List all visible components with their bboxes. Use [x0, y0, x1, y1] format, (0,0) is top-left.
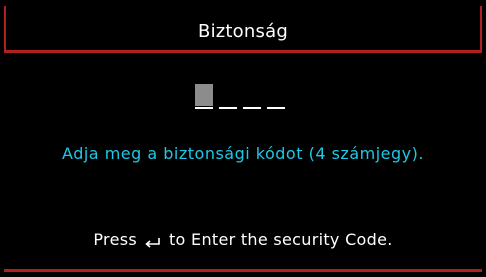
dialog-title: Biztonság	[0, 12, 486, 50]
code-digit-4[interactable]	[267, 84, 285, 109]
enter-icon	[144, 234, 162, 248]
dialog-title-text: Biztonság	[198, 20, 288, 42]
bottom-divider	[4, 269, 482, 272]
digit-cursor	[195, 84, 213, 106]
security-dialog: Biztonság Adja meg a biztonsági kódot (4…	[0, 0, 486, 277]
code-prompt: Adja meg a biztonsági kódot (4 számjegy)…	[62, 144, 424, 163]
code-digit-1[interactable]	[195, 84, 213, 109]
hint-press-text: Press	[93, 230, 137, 249]
enter-hint: Press to Enter the security Code.	[0, 230, 486, 249]
code-digit-3[interactable]	[243, 84, 261, 109]
security-code-input[interactable]	[195, 84, 285, 109]
digit-underline	[243, 107, 261, 109]
hint-action-text: to Enter the security Code.	[168, 230, 393, 249]
digit-underline	[219, 107, 237, 109]
digit-underline	[267, 107, 285, 109]
title-divider	[4, 50, 482, 53]
code-digit-2[interactable]	[219, 84, 237, 109]
digit-underline	[195, 107, 213, 109]
